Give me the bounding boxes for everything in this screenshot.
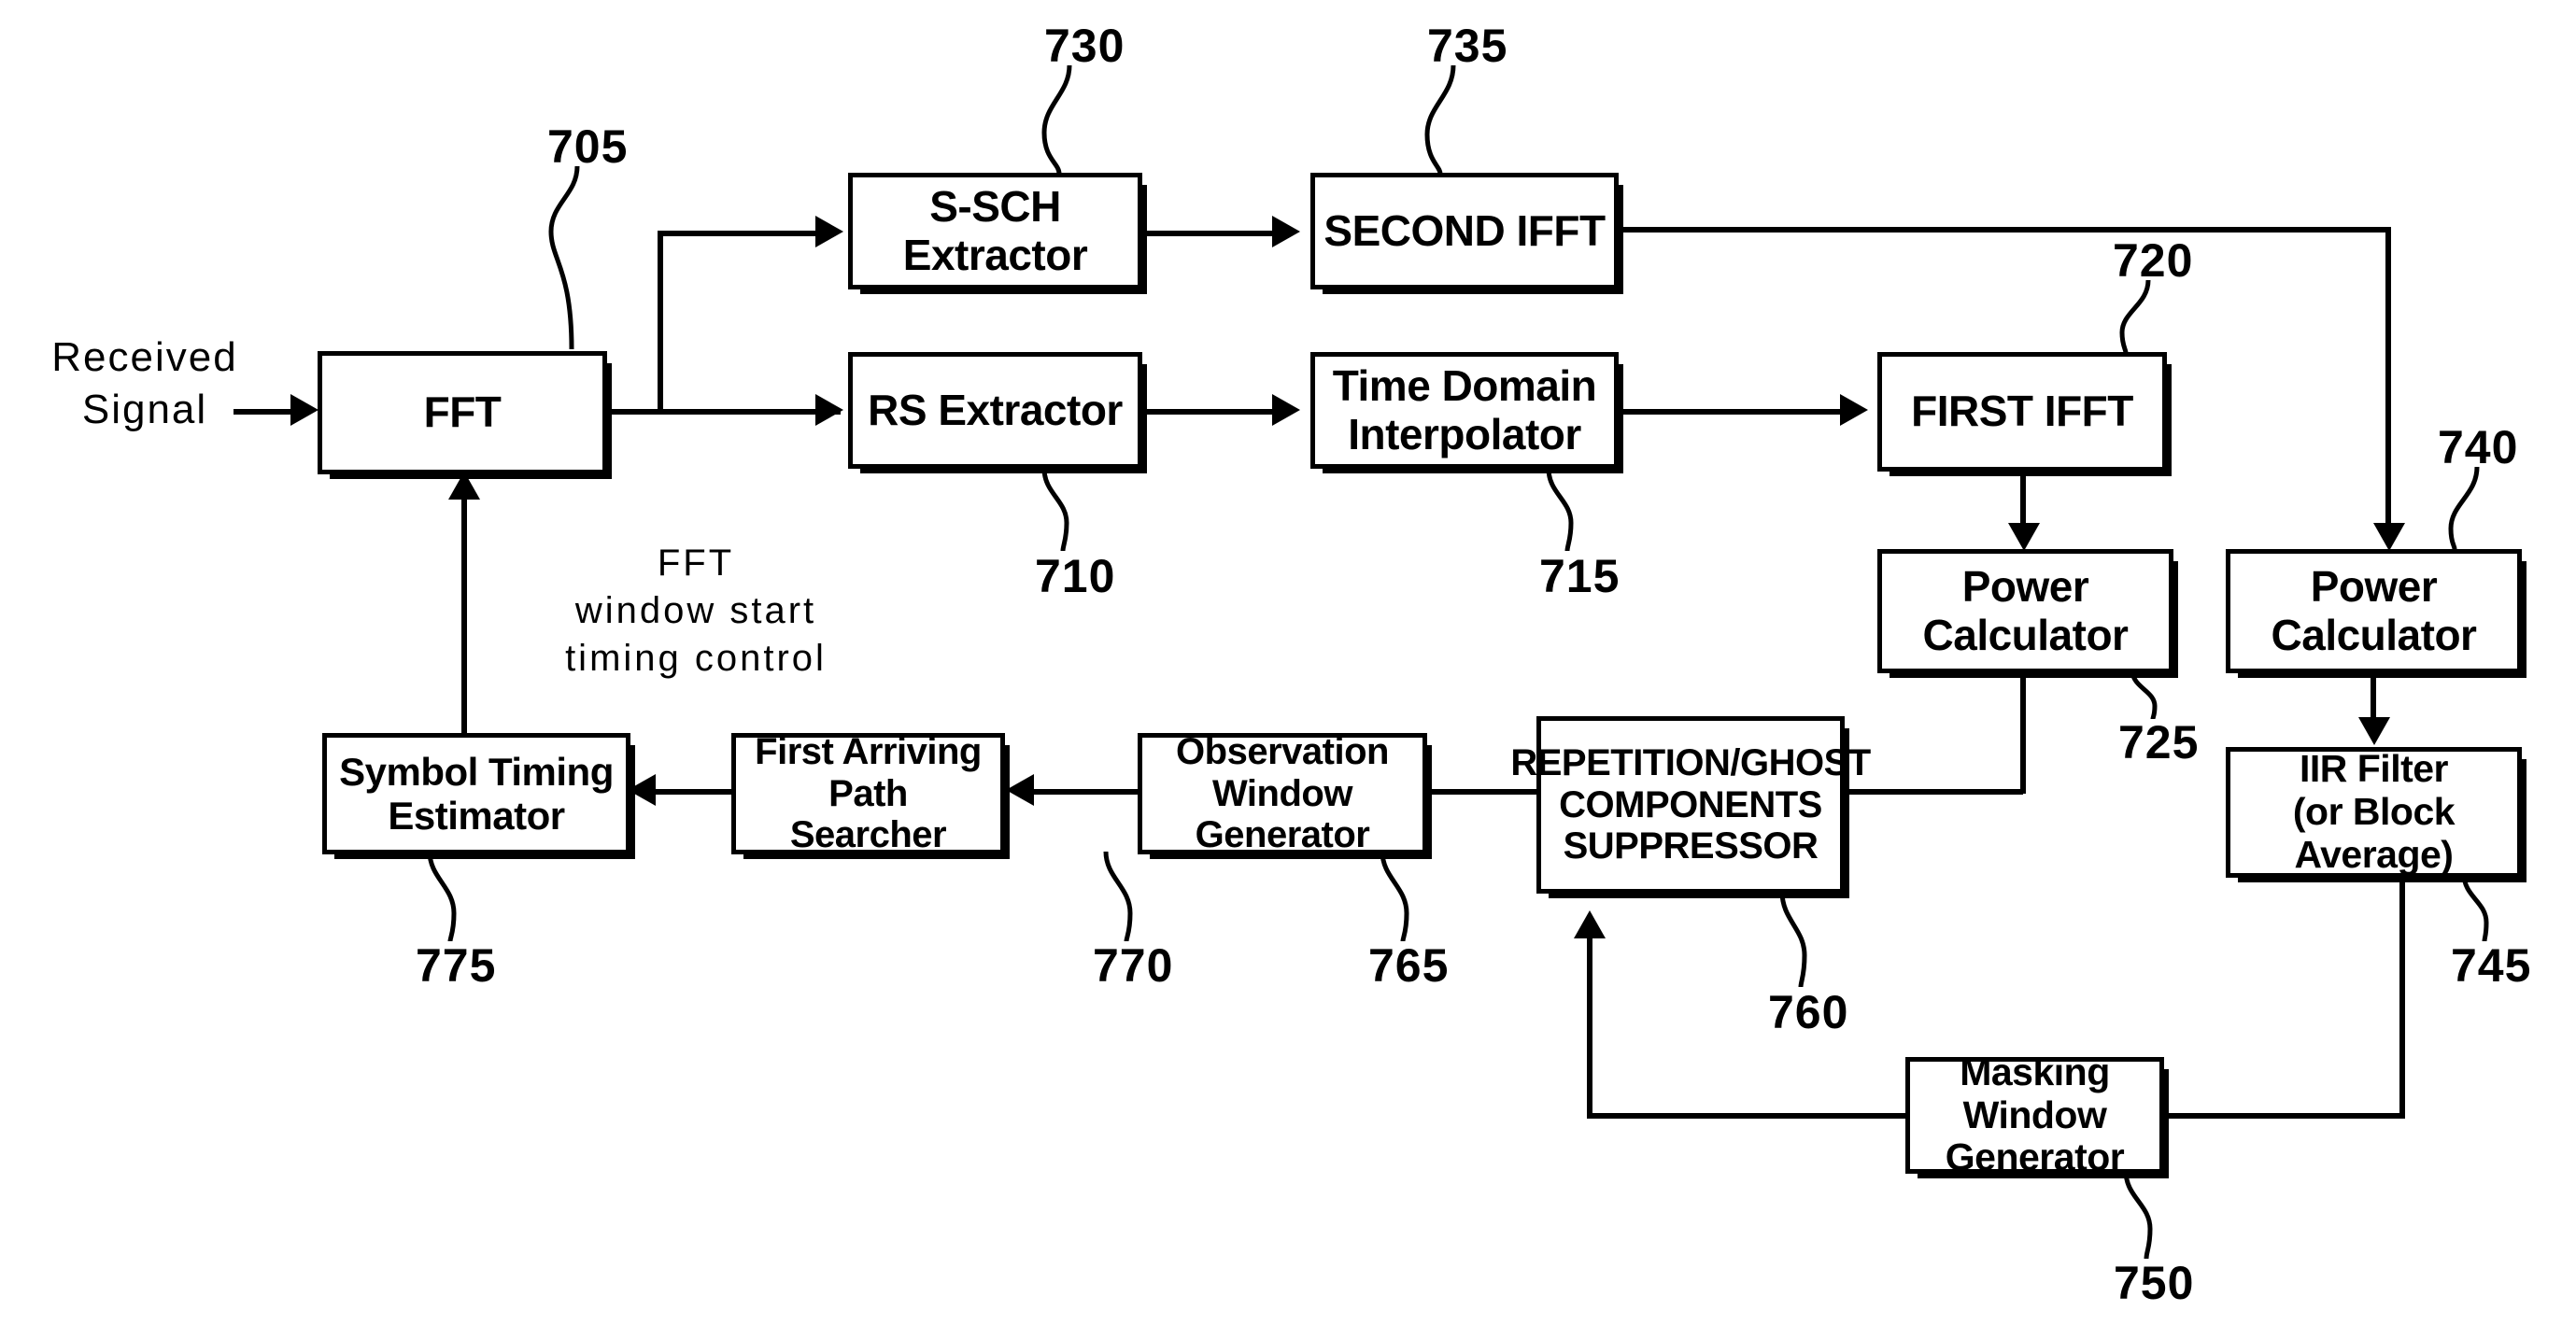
- block-second-ifft[interactable]: SECOND IFFT: [1310, 173, 1619, 289]
- ref-numeral-720: 720: [2113, 234, 2194, 287]
- arrow-secondifft-to-powercalc2: [2373, 523, 2405, 551]
- ref-numeral-750: 750: [2114, 1257, 2195, 1309]
- leader-line-705: [548, 165, 580, 350]
- connector-fft-to-ssch: [658, 231, 819, 236]
- block-power-calculator-1-label: Power Calculator: [1922, 561, 2129, 659]
- connector-secondifft-right: [1621, 227, 2391, 233]
- block-repetition-ghost-suppressor[interactable]: REPETITION/GHOST COMPONENTS SUPPRESSOR: [1510, 716, 1871, 894]
- block-iir-filter[interactable]: IIR Filter (or Block Average): [2226, 747, 2522, 878]
- block-ssch-extractor[interactable]: S-SCH Extractor: [848, 173, 1142, 289]
- leader-line-770: [1103, 851, 1133, 942]
- block-power-calculator-1[interactable]: Power Calculator: [1877, 549, 2173, 673]
- block-symbol-timing-estimator-label: Symbol Timing Estimator: [339, 749, 614, 838]
- ref-numeral-745: 745: [2451, 939, 2532, 992]
- block-time-domain-interpolator-label: Time Domain Interpolator: [1332, 360, 1597, 458]
- arrow-rs-to-tdi: [1272, 394, 1300, 426]
- ref-numeral-725: 725: [2118, 716, 2200, 768]
- arrow-tdi-to-firstifft: [1840, 394, 1868, 426]
- connector-fft-branch-up: [658, 231, 663, 414]
- block-symbol-timing-estimator[interactable]: Symbol Timing Estimator: [322, 733, 630, 854]
- leader-line-735: [1424, 64, 1456, 175]
- arrow-powercalc2-to-iir: [2358, 717, 2390, 745]
- leader-line-760: [1779, 891, 1807, 988]
- connector-obswindow-to-fap: [1032, 789, 1139, 795]
- ref-numeral-735: 735: [1427, 20, 1508, 72]
- block-ssch-extractor-label: S-SCH Extractor: [902, 181, 1088, 279]
- fft-window-timing-control-label: FFT window start timing control: [565, 543, 827, 680]
- connector-iir-to-masking: [2162, 1113, 2405, 1119]
- ref-numeral-705: 705: [547, 120, 629, 173]
- ref-numeral-710: 710: [1035, 550, 1116, 602]
- connector-iir-down: [2399, 876, 2405, 1119]
- block-observation-window-generator-label: Observation Window Generator: [1176, 730, 1389, 856]
- leader-line-715: [1546, 468, 1574, 552]
- ref-numeral-765: 765: [1368, 939, 1450, 992]
- leader-line-725: [2130, 670, 2158, 720]
- block-first-arriving-path-searcher[interactable]: First Arriving Path Searcher: [731, 730, 1005, 856]
- received-signal-label: Received Signal: [51, 334, 238, 433]
- arrow-ssch-to-secondifft: [1272, 216, 1300, 247]
- block-iir-filter-label: IIR Filter (or Block Average): [2292, 747, 2456, 876]
- block-observation-window-generator[interactable]: Observation Window Generator: [1138, 730, 1427, 856]
- arrow-symboltiming-to-fft: [448, 472, 480, 500]
- leader-line-730: [1041, 64, 1072, 175]
- ref-numeral-760: 760: [1768, 986, 1849, 1038]
- arrow-received-to-fft: [290, 394, 318, 426]
- arrow-masking-to-suppressor: [1574, 910, 1606, 938]
- leader-line-740: [2448, 466, 2480, 550]
- connector-tdi-to-firstifft: [1621, 409, 1845, 415]
- ref-numeral-770: 770: [1093, 939, 1174, 992]
- block-second-ifft-label: SECOND IFFT: [1323, 205, 1606, 255]
- block-power-calculator-2[interactable]: Power Calculator: [2226, 549, 2522, 673]
- block-diagram-canvas: Received Signal FFT window start timing …: [0, 0, 2576, 1325]
- block-first-ifft-label: FIRST IFFT: [1911, 387, 2133, 436]
- connector-fft-out: [607, 409, 841, 415]
- connector-symboltiming-to-fft: [461, 495, 467, 736]
- leader-line-710: [1041, 468, 1069, 552]
- block-masking-window-generator-label: Masking Window Generator: [1945, 1050, 2125, 1179]
- block-masking-window-generator[interactable]: Masking Window Generator: [1905, 1050, 2164, 1178]
- block-first-arriving-path-searcher-label: First Arriving Path Searcher: [755, 730, 982, 856]
- block-fft-label: FFT: [423, 388, 502, 437]
- arrow-obswindow-to-fap: [1006, 774, 1034, 806]
- ref-numeral-715: 715: [1539, 550, 1621, 602]
- arrow-fft-to-ssch: [815, 216, 843, 247]
- block-time-domain-interpolator[interactable]: Time Domain Interpolator: [1310, 352, 1619, 469]
- arrow-firstifft-to-powercalc1: [2008, 523, 2040, 551]
- leader-line-750: [2123, 1170, 2153, 1260]
- connector-rs-to-tdi: [1141, 409, 1277, 415]
- block-rs-extractor[interactable]: RS Extractor: [848, 352, 1142, 469]
- block-fft[interactable]: FFT: [318, 351, 607, 474]
- ref-numeral-775: 775: [416, 939, 497, 992]
- ref-numeral-730: 730: [1044, 20, 1125, 72]
- leader-line-765: [1380, 851, 1409, 942]
- connector-ssch-to-secondifft: [1141, 231, 1277, 236]
- leader-line-720: [2119, 279, 2151, 354]
- leader-line-775: [427, 851, 457, 942]
- connector-secondifft-down: [2385, 227, 2391, 535]
- connector-firstifft-to-powercalc1: [2020, 472, 2026, 529]
- connector-masking-to-suppressor-v: [1587, 934, 1592, 1119]
- connector-powercalc1-down: [2020, 672, 2026, 794]
- arrow-fft-to-rs: [815, 394, 843, 426]
- leader-line-745: [2461, 873, 2489, 942]
- connector-powercalc2-to-iir: [2371, 672, 2376, 724]
- block-repetition-ghost-suppressor-label: REPETITION/GHOST COMPONENTS SUPPRESSOR: [1510, 741, 1871, 867]
- block-rs-extractor-label: RS Extractor: [868, 385, 1123, 434]
- block-power-calculator-2-label: Power Calculator: [2271, 561, 2477, 659]
- block-first-ifft[interactable]: FIRST IFFT: [1877, 352, 2167, 472]
- ref-numeral-740: 740: [2438, 421, 2519, 473]
- arrow-fap-to-symboltiming: [628, 774, 656, 806]
